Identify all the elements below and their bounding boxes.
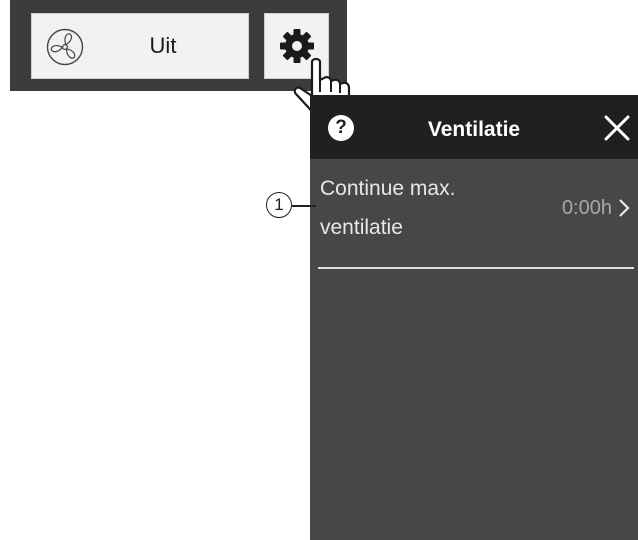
list-item-label: Continue max. ventilatie: [320, 177, 456, 239]
close-icon[interactable]: [604, 115, 630, 141]
panel-header: ? Ventilatie: [310, 95, 638, 159]
ventilation-mode-button[interactable]: Uit: [31, 13, 249, 79]
chevron-right-icon: [619, 199, 630, 217]
mode-status-label: Uit: [149, 33, 177, 58]
ventilation-panel: ? Ventilatie Continue max. ventilatie 0:…: [310, 95, 638, 540]
callout-leader-line: [292, 205, 316, 207]
list-item-continuous-max-ventilation[interactable]: Continue max. ventilatie 0:00h: [318, 167, 634, 269]
callout-number: 1: [266, 192, 292, 218]
help-icon[interactable]: ?: [328, 115, 354, 141]
panel-title: Ventilatie: [427, 118, 521, 141]
list-item-value: 0:00h: [561, 197, 612, 219]
fan-icon: [46, 28, 84, 66]
